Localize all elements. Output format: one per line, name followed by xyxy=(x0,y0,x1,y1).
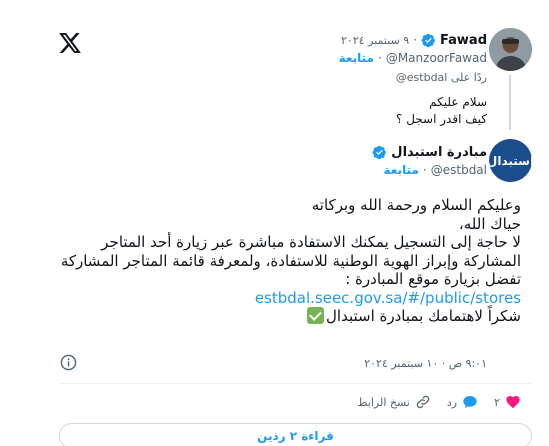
main-avatar[interactable]: استبدال xyxy=(489,139,532,182)
separator-dot: · xyxy=(413,33,418,47)
link-icon xyxy=(416,395,430,409)
main-tweet-text: وعليكم السلام ورحمة الله وبركاته حياك ال… xyxy=(31,196,521,326)
reply-label: رد xyxy=(446,395,458,409)
check-mark-emoji-icon xyxy=(307,307,325,324)
parent-tweet-text: سلام عليكم كيف اقدر اسجل ؟ xyxy=(396,94,487,128)
thread-line xyxy=(509,75,511,130)
read-replies-button[interactable]: قراءة ٢ رذين xyxy=(59,423,532,446)
copy-link-label: نسخ الرابط xyxy=(357,395,410,409)
action-bar: ٢ رد نسخ الرابط xyxy=(357,392,521,412)
avatar-photo xyxy=(489,28,532,71)
parent-header: Fawad · ٩ سبتمبر ٢٠٢٤ xyxy=(341,31,487,49)
info-icon[interactable] xyxy=(60,354,77,371)
tweet-line: تفضل بزيارة موقع المبادرة : xyxy=(345,270,521,288)
replying-to: ردًا على @estbdal xyxy=(396,71,487,84)
reply-bubble-icon xyxy=(463,396,477,408)
tweet-line: حياك الله، xyxy=(458,214,521,233)
reply-prefix: ردًا على xyxy=(450,71,487,84)
stores-link[interactable]: estbdal.seec.gov.sa/#/public/stores xyxy=(255,289,521,307)
copy-link-action[interactable]: نسخ الرابط xyxy=(357,394,431,410)
separator-dot: · xyxy=(422,163,427,177)
follow-button[interactable]: متابعة xyxy=(339,51,374,65)
like-action[interactable]: ٢ xyxy=(494,394,521,410)
tweet-line: لا حاجة إلى التسجيل يمكنك الاستفادة مباش… xyxy=(101,233,521,251)
tweet-timestamp[interactable]: ٩:٠١ ص · ١٠ سبتمبر ٢٠٢٤ xyxy=(364,357,487,370)
parent-text-line: سلام عليكم xyxy=(429,95,487,109)
reply-mention[interactable]: @estbdal xyxy=(396,71,448,84)
x-logo-icon[interactable] xyxy=(59,33,81,53)
verified-badge-icon xyxy=(372,145,387,159)
avatar-logo-text: استبدال xyxy=(489,153,532,168)
heart-icon xyxy=(506,396,520,409)
parent-author-name[interactable]: Fawad xyxy=(440,33,487,48)
parent-date: ٩ سبتمبر ٢٠٢٤ xyxy=(341,33,410,47)
separator-dot: · xyxy=(378,51,382,65)
parent-subheader: @ManzoorFawad · متابعة xyxy=(339,50,487,66)
main-header: مبادرة استبدال xyxy=(372,143,487,161)
reply-action[interactable]: رد xyxy=(447,394,478,410)
parent-handle[interactable]: @ManzoorFawad xyxy=(386,51,487,65)
main-author-name[interactable]: مبادرة استبدال xyxy=(391,145,487,160)
main-subheader: @estbdal · متابعة xyxy=(384,162,487,178)
follow-button[interactable]: متابعة xyxy=(384,163,419,177)
verified-badge-icon xyxy=(421,33,435,47)
divider xyxy=(59,383,532,384)
parent-avatar[interactable] xyxy=(489,28,532,71)
parent-text-line: كيف اقدر اسجل ؟ xyxy=(396,112,487,126)
tweet-line: وعليكم السلام ورحمة الله وبركاته xyxy=(311,196,521,214)
tweet-closing-line: شكراً لاهتمامك بمبادرة استبدال xyxy=(31,307,521,326)
like-count: ٢ xyxy=(494,395,500,409)
closing-text: شكراً لاهتمامك بمبادرة استبدال xyxy=(326,307,521,325)
tweet-line: المشاركة وإبراز الهوية الوطنية للاستفادة… xyxy=(60,251,521,270)
tweet-link-line: estbdal.seec.gov.sa/#/public/stores xyxy=(31,289,521,308)
main-handle[interactable]: @estbdal xyxy=(431,163,487,177)
